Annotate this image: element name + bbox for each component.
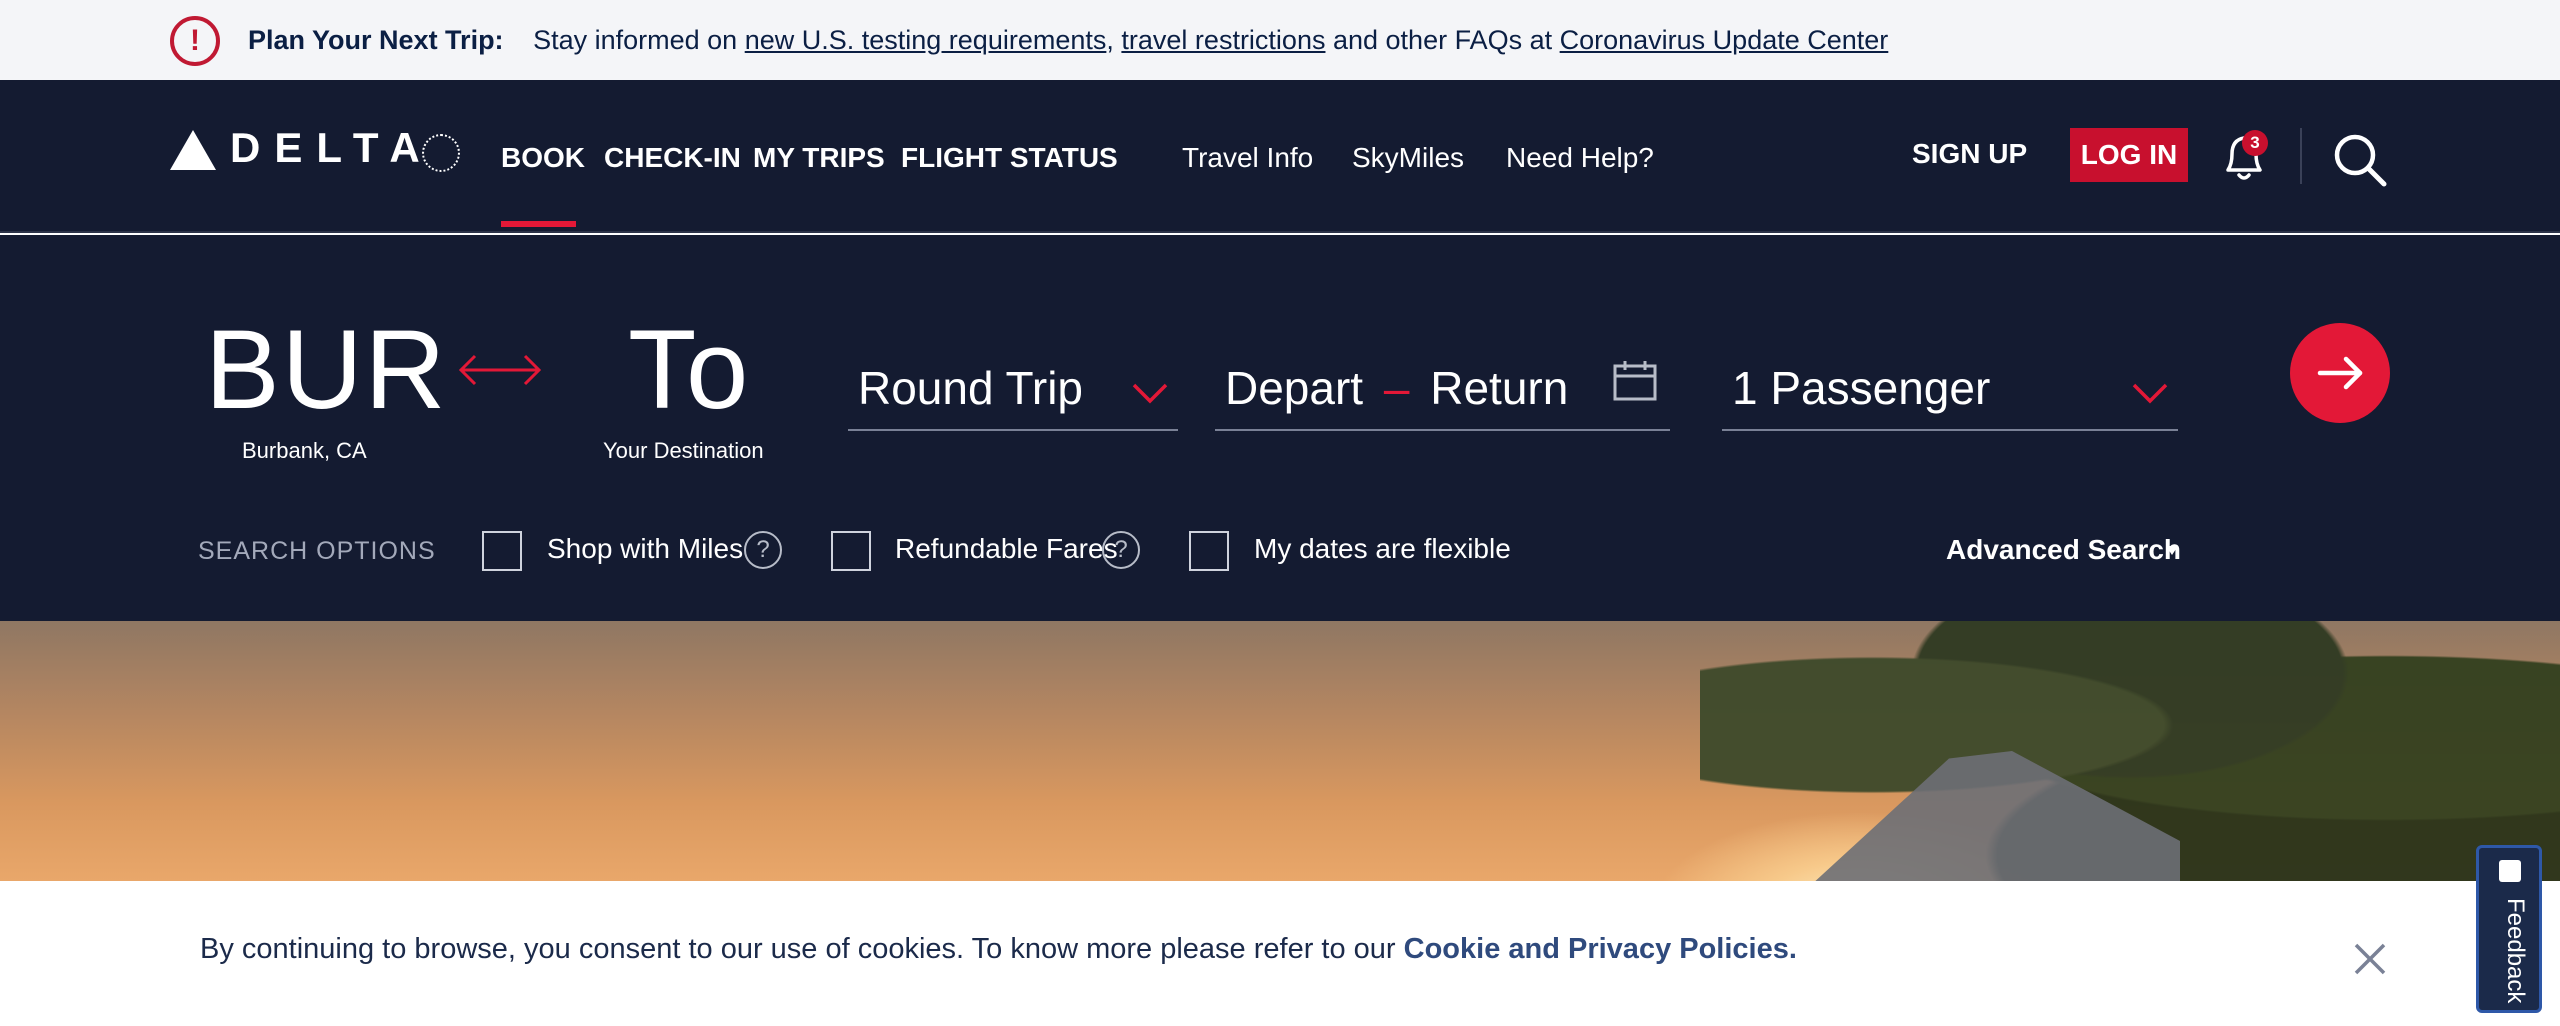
passenger-value: 1 Passenger: [1732, 362, 1991, 414]
origin-city: Burbank, CA: [242, 438, 367, 463]
arrow-right-icon: [2317, 356, 2363, 390]
nav-flight-status[interactable]: FLIGHT STATUS: [901, 142, 1118, 174]
main-navbar: DELTA BOOK CHECK-IN MY TRIPS FLIGHT STAT…: [0, 80, 2560, 233]
submit-search-button[interactable]: [2290, 323, 2390, 423]
feedback-tab[interactable]: Feedback: [2476, 845, 2542, 1013]
destination-airport-code[interactable]: To: [628, 305, 750, 434]
chevron-down-icon: [1132, 383, 1168, 404]
alert-message: Plan Your Next Trip: Stay informed on ne…: [248, 25, 1889, 55]
alert-lead: Stay informed on: [533, 25, 738, 55]
nav-book[interactable]: BOOK: [501, 142, 585, 174]
skyteam-badge-icon: [422, 134, 460, 172]
feedback-label: Feedback: [2502, 898, 2529, 1004]
calendar-icon[interactable]: [1612, 360, 1658, 402]
travel-dates-field[interactable]: Depart – Return: [1215, 355, 1670, 431]
help-icon[interactable]: ?: [744, 531, 782, 569]
help-icon[interactable]: ?: [1102, 531, 1140, 569]
booking-widget: BUR Burbank, CA To Your Destination Roun…: [0, 235, 2560, 621]
delta-widget-icon: [170, 130, 216, 170]
nav-my-trips[interactable]: MY TRIPS: [753, 142, 885, 174]
advanced-search-link[interactable]: Advanced Search: [1946, 534, 2181, 566]
search-icon[interactable]: [2330, 130, 2390, 190]
nav-need-help[interactable]: Need Help?: [1506, 142, 1654, 174]
flexible-dates-checkbox[interactable]: [1189, 531, 1229, 571]
search-options-label: SEARCH OPTIONS: [198, 537, 436, 565]
nav-travel-info[interactable]: Travel Info: [1182, 142, 1313, 174]
return-label: Return: [1430, 362, 1569, 414]
flexible-dates-label[interactable]: My dates are flexible: [1254, 533, 1511, 565]
sign-up-button[interactable]: SIGN UP: [1912, 138, 2027, 170]
alert-bar: ! Plan Your Next Trip: Stay informed on …: [0, 0, 2560, 80]
nav-divider: [2300, 128, 2302, 184]
coronavirus-center-link[interactable]: Coronavirus Update Center: [1560, 25, 1889, 55]
trip-type-select[interactable]: Round Trip: [848, 355, 1178, 431]
depart-label: Depart: [1225, 362, 1364, 414]
alert-mid: and other FAQs at: [1332, 25, 1553, 55]
notifications-bell-icon[interactable]: 3: [2218, 128, 2272, 188]
passenger-select[interactable]: 1 Passenger: [1722, 355, 2178, 431]
origin-airport-code[interactable]: BUR: [205, 305, 447, 434]
swap-airports-icon[interactable]: [455, 350, 545, 390]
destination-label: Your Destination: [603, 438, 764, 463]
brand-name: DELTA: [230, 124, 434, 171]
active-tab-indicator: [501, 221, 576, 227]
testing-requirements-link[interactable]: new U.S. testing requirements: [745, 25, 1107, 55]
cookie-banner: By continuing to browse, you consent to …: [0, 881, 2560, 1026]
notifications-count-badge: 3: [2242, 130, 2268, 156]
log-in-button[interactable]: LOG IN: [2070, 128, 2188, 182]
shop-with-miles-checkbox[interactable]: [482, 531, 522, 571]
travel-restrictions-link[interactable]: travel restrictions: [1121, 25, 1325, 55]
refundable-fares-checkbox[interactable]: [831, 531, 871, 571]
cookie-policy-link[interactable]: Cookie and Privacy Policies.: [1404, 933, 1797, 965]
chevron-down-icon: [2132, 383, 2168, 404]
shop-with-miles-label[interactable]: Shop with Miles: [547, 533, 743, 565]
trip-type-value: Round Trip: [858, 362, 1084, 414]
caret-down-icon: [2166, 546, 2178, 555]
nav-check-in[interactable]: CHECK-IN: [604, 142, 741, 174]
hero-image: [0, 621, 2560, 881]
feedback-icon: [2499, 860, 2521, 882]
alert-title: Plan Your Next Trip:: [248, 25, 504, 55]
nav-skymiles[interactable]: SkyMiles: [1352, 142, 1464, 174]
cookie-message: By continuing to browse, you consent to …: [200, 933, 1797, 965]
close-icon[interactable]: [2350, 939, 2390, 979]
refundable-fares-label[interactable]: Refundable Fares: [895, 533, 1118, 565]
alert-icon: !: [170, 16, 220, 66]
